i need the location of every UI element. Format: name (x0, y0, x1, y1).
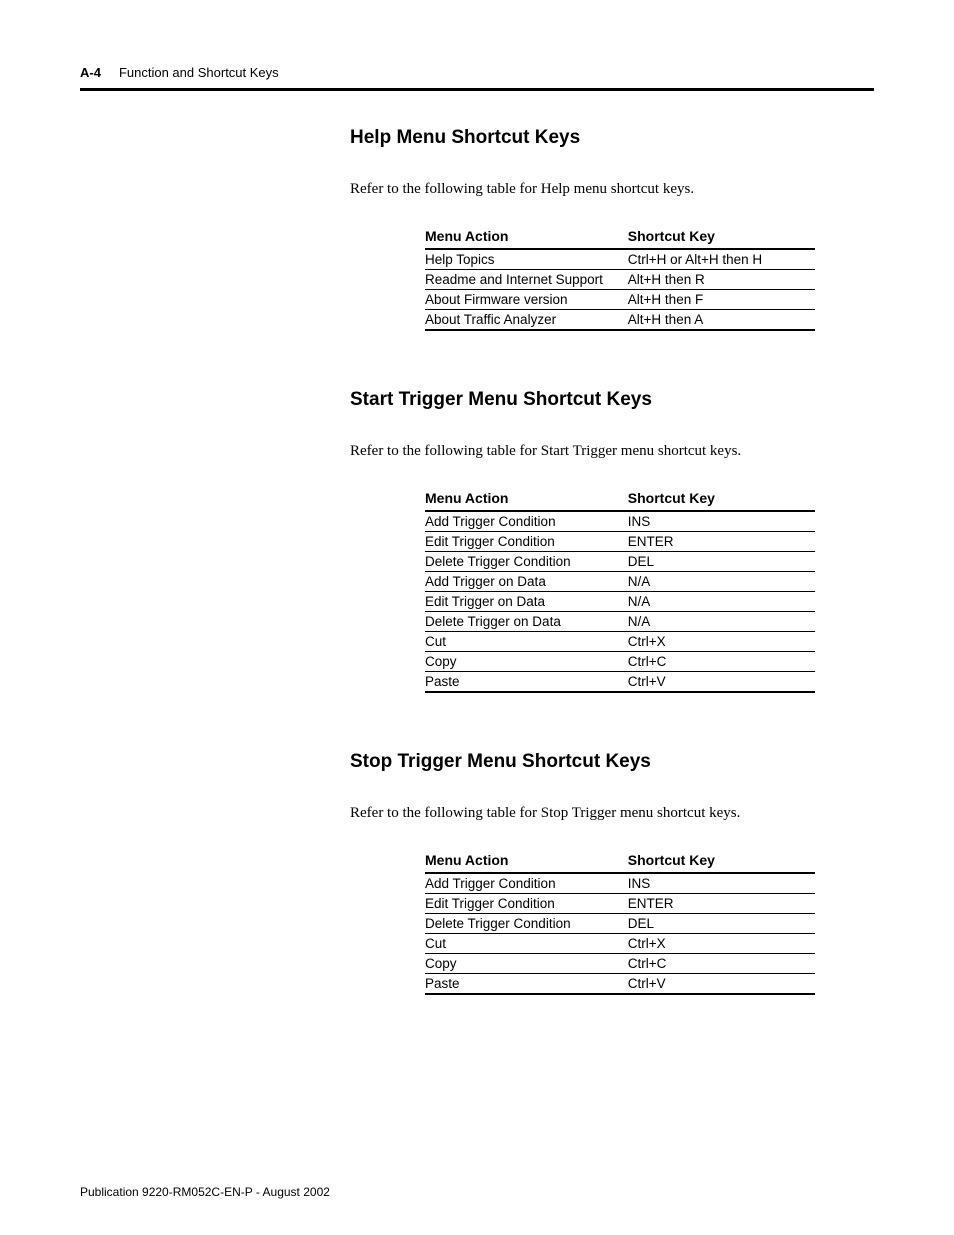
table-row: About Firmware versionAlt+H then F (425, 290, 815, 310)
cell-key: Ctrl+H or Alt+H then H (628, 249, 815, 270)
col-menu-action: Menu Action (425, 850, 628, 873)
section-start-trigger: Start Trigger Menu Shortcut Keys Refer t… (350, 389, 874, 693)
cell-action: Edit Trigger on Data (425, 592, 628, 612)
cell-action: Paste (425, 974, 628, 995)
table-header-row: Menu Action Shortcut Key (425, 850, 815, 873)
table-row: Add Trigger ConditionINS (425, 873, 815, 894)
content-area: Help Menu Shortcut Keys Refer to the fol… (350, 127, 874, 995)
section-stop-trigger: Stop Trigger Menu Shortcut Keys Refer to… (350, 751, 874, 995)
table-row: Delete Trigger ConditionDEL (425, 552, 815, 572)
cell-key: DEL (628, 552, 815, 572)
cell-action: Copy (425, 954, 628, 974)
cell-key: N/A (628, 612, 815, 632)
cell-action: Edit Trigger Condition (425, 532, 628, 552)
table-row: Edit Trigger on DataN/A (425, 592, 815, 612)
section-title: Start Trigger Menu Shortcut Keys (350, 389, 874, 411)
cell-key: N/A (628, 572, 815, 592)
table-row: Edit Trigger ConditionENTER (425, 894, 815, 914)
cell-key: Ctrl+V (628, 974, 815, 995)
table-row: Edit Trigger ConditionENTER (425, 532, 815, 552)
cell-key: N/A (628, 592, 815, 612)
cell-action: Edit Trigger Condition (425, 894, 628, 914)
cell-key: Alt+H then R (628, 270, 815, 290)
section-intro: Refer to the following table for Stop Tr… (350, 805, 874, 822)
table-row: CutCtrl+X (425, 632, 815, 652)
cell-action: Add Trigger Condition (425, 511, 628, 532)
cell-action: About Firmware version (425, 290, 628, 310)
page-header: A-4 Function and Shortcut Keys (80, 65, 874, 80)
col-menu-action: Menu Action (425, 488, 628, 511)
section-intro: Refer to the following table for Help me… (350, 181, 874, 198)
table-row: Delete Trigger on DataN/A (425, 612, 815, 632)
section-intro: Refer to the following table for Start T… (350, 443, 874, 460)
cell-key: Ctrl+C (628, 652, 815, 672)
section-help-menu: Help Menu Shortcut Keys Refer to the fol… (350, 127, 874, 331)
cell-key: INS (628, 511, 815, 532)
table-row: About Traffic AnalyzerAlt+H then A (425, 310, 815, 331)
cell-key: Alt+H then F (628, 290, 815, 310)
shortcut-table: Menu Action Shortcut Key Add Trigger Con… (425, 488, 815, 693)
section-title: Help Menu Shortcut Keys (350, 127, 874, 149)
cell-action: About Traffic Analyzer (425, 310, 628, 331)
cell-key: ENTER (628, 532, 815, 552)
header-rule (80, 88, 874, 91)
cell-action: Cut (425, 632, 628, 652)
cell-action: Cut (425, 934, 628, 954)
cell-key: INS (628, 873, 815, 894)
col-menu-action: Menu Action (425, 226, 628, 249)
cell-action: Delete Trigger Condition (425, 552, 628, 572)
table-header-row: Menu Action Shortcut Key (425, 226, 815, 249)
shortcut-table: Menu Action Shortcut Key Add Trigger Con… (425, 850, 815, 995)
table-row: CutCtrl+X (425, 934, 815, 954)
cell-action: Paste (425, 672, 628, 693)
cell-action: Delete Trigger on Data (425, 612, 628, 632)
table-row: Delete Trigger ConditionDEL (425, 914, 815, 934)
table-row: CopyCtrl+C (425, 652, 815, 672)
table-row: CopyCtrl+C (425, 954, 815, 974)
cell-action: Delete Trigger Condition (425, 914, 628, 934)
cell-action: Copy (425, 652, 628, 672)
document-page: A-4 Function and Shortcut Keys Help Menu… (0, 0, 954, 1235)
col-shortcut-key: Shortcut Key (628, 226, 815, 249)
header-title: Function and Shortcut Keys (119, 65, 279, 80)
table-row: PasteCtrl+V (425, 974, 815, 995)
shortcut-table: Menu Action Shortcut Key Help TopicsCtrl… (425, 226, 815, 331)
table-row: Help TopicsCtrl+H or Alt+H then H (425, 249, 815, 270)
cell-key: Alt+H then A (628, 310, 815, 331)
page-number: A-4 (80, 65, 101, 80)
cell-key: DEL (628, 914, 815, 934)
cell-key: Ctrl+V (628, 672, 815, 693)
table-row: Add Trigger ConditionINS (425, 511, 815, 532)
col-shortcut-key: Shortcut Key (628, 488, 815, 511)
table-header-row: Menu Action Shortcut Key (425, 488, 815, 511)
cell-key: Ctrl+X (628, 934, 815, 954)
footer-publication: Publication 9220-RM052C-EN-P - August 20… (80, 1185, 330, 1199)
section-title: Stop Trigger Menu Shortcut Keys (350, 751, 874, 773)
col-shortcut-key: Shortcut Key (628, 850, 815, 873)
cell-key: ENTER (628, 894, 815, 914)
cell-key: Ctrl+C (628, 954, 815, 974)
cell-action: Readme and Internet Support (425, 270, 628, 290)
cell-action: Add Trigger Condition (425, 873, 628, 894)
table-row: Readme and Internet SupportAlt+H then R (425, 270, 815, 290)
table-row: Add Trigger on DataN/A (425, 572, 815, 592)
cell-action: Help Topics (425, 249, 628, 270)
cell-key: Ctrl+X (628, 632, 815, 652)
cell-action: Add Trigger on Data (425, 572, 628, 592)
table-row: PasteCtrl+V (425, 672, 815, 693)
